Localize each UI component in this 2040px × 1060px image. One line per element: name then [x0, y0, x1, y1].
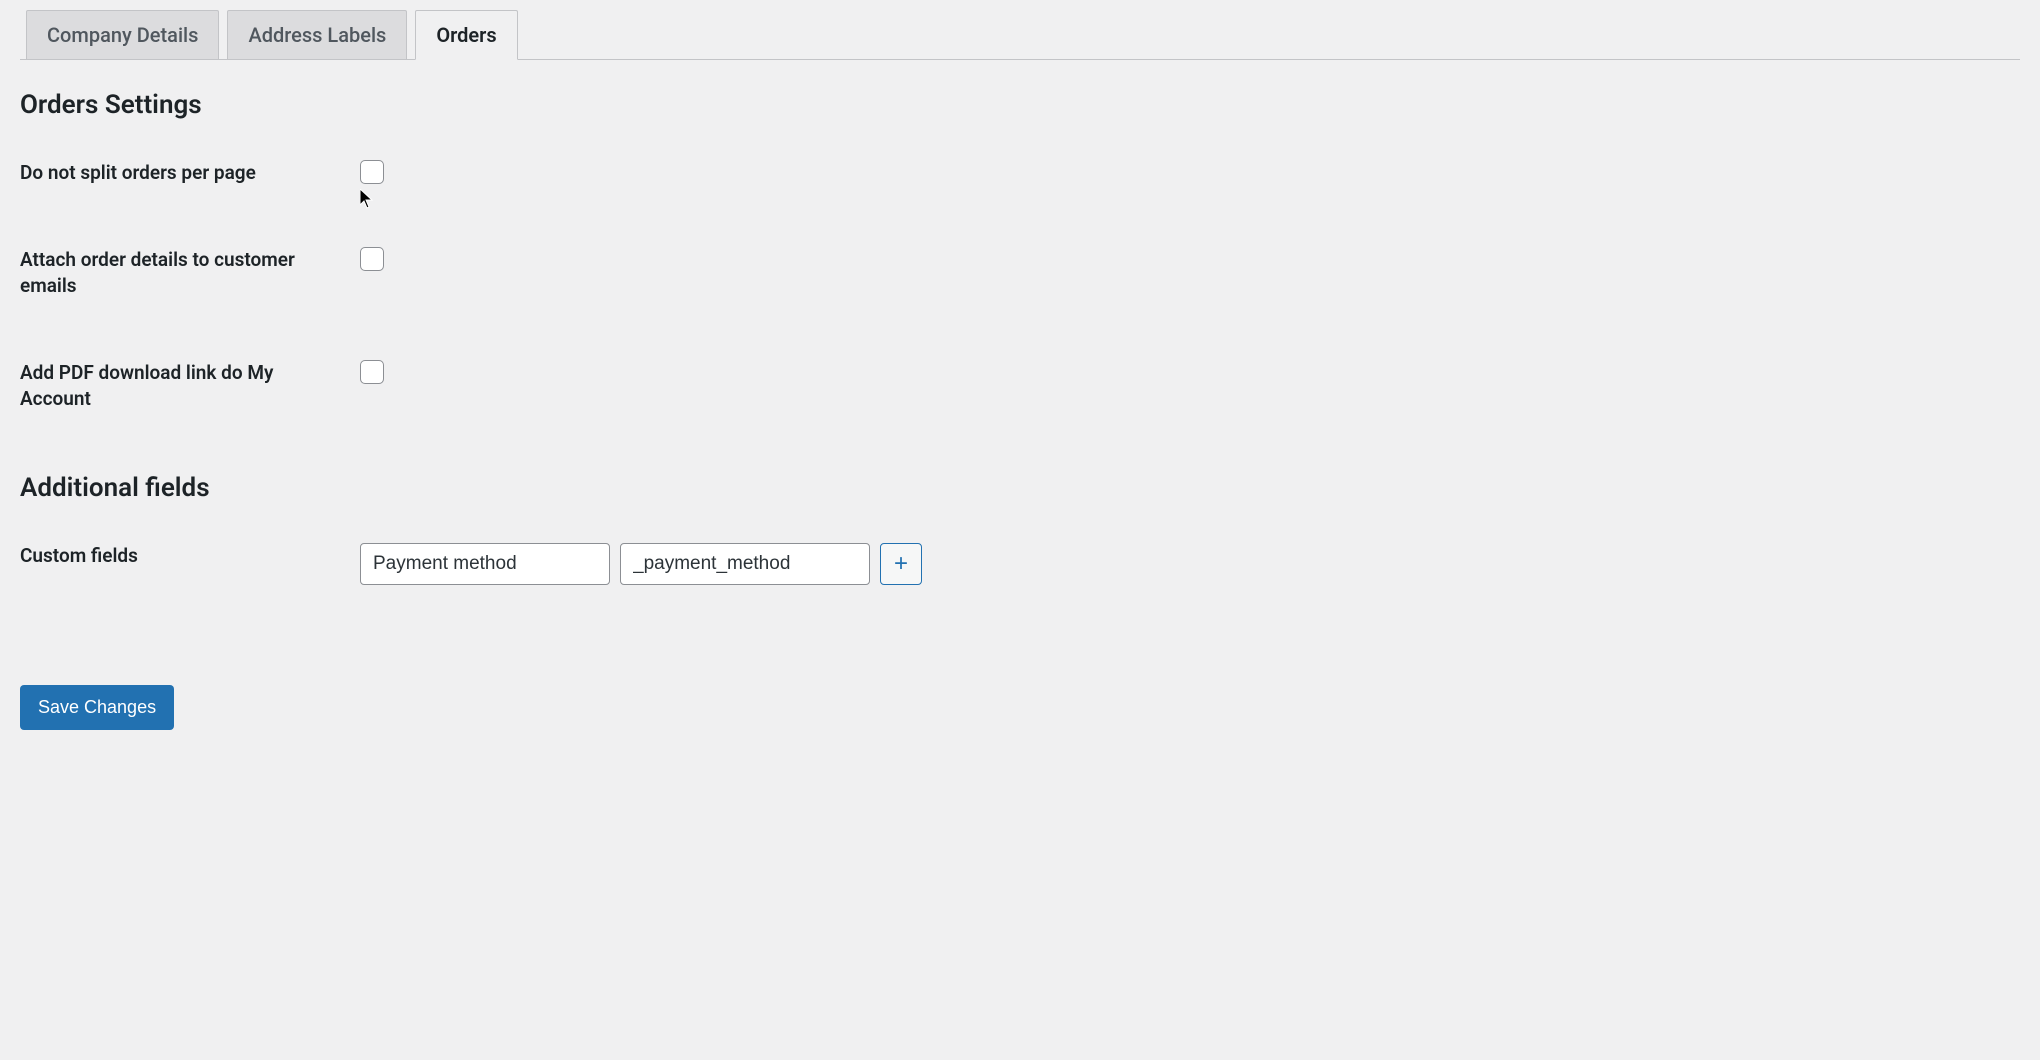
- setting-add-pdf-link: Add PDF download link do My Account: [20, 360, 2020, 413]
- do-not-split-checkbox[interactable]: [360, 160, 384, 184]
- custom-fields-control: +: [360, 543, 2020, 585]
- orders-settings-form: Do not split orders per page Attach orde…: [20, 160, 2020, 413]
- add-custom-field-button[interactable]: +: [880, 543, 922, 585]
- custom-field-name-input[interactable]: [360, 543, 610, 585]
- tab-orders[interactable]: Orders: [415, 10, 517, 60]
- attach-order-details-checkbox[interactable]: [360, 247, 384, 271]
- custom-field-key-input[interactable]: [620, 543, 870, 585]
- tab-company-details[interactable]: Company Details: [26, 10, 219, 59]
- plus-icon: +: [894, 552, 908, 576]
- setting-custom-fields: Custom fields +: [20, 543, 2020, 585]
- page-title: Orders Settings: [20, 90, 2020, 120]
- setting-attach-order-details: Attach order details to customer emails: [20, 247, 2020, 300]
- do-not-split-label: Do not split orders per page: [20, 160, 360, 187]
- add-pdf-link-checkbox[interactable]: [360, 360, 384, 384]
- do-not-split-control: [360, 160, 2020, 184]
- custom-fields-label: Custom fields: [20, 543, 360, 570]
- add-pdf-link-label: Add PDF download link do My Account: [20, 360, 360, 413]
- setting-do-not-split: Do not split orders per page: [20, 160, 2020, 187]
- additional-fields-title: Additional fields: [20, 473, 2020, 503]
- tab-address-labels[interactable]: Address Labels: [227, 10, 407, 59]
- save-button[interactable]: Save Changes: [20, 685, 174, 730]
- attach-order-details-label: Attach order details to customer emails: [20, 247, 360, 300]
- attach-order-details-control: [360, 247, 2020, 271]
- settings-tabs: Company Details Address Labels Orders: [20, 0, 2020, 60]
- add-pdf-link-control: [360, 360, 2020, 384]
